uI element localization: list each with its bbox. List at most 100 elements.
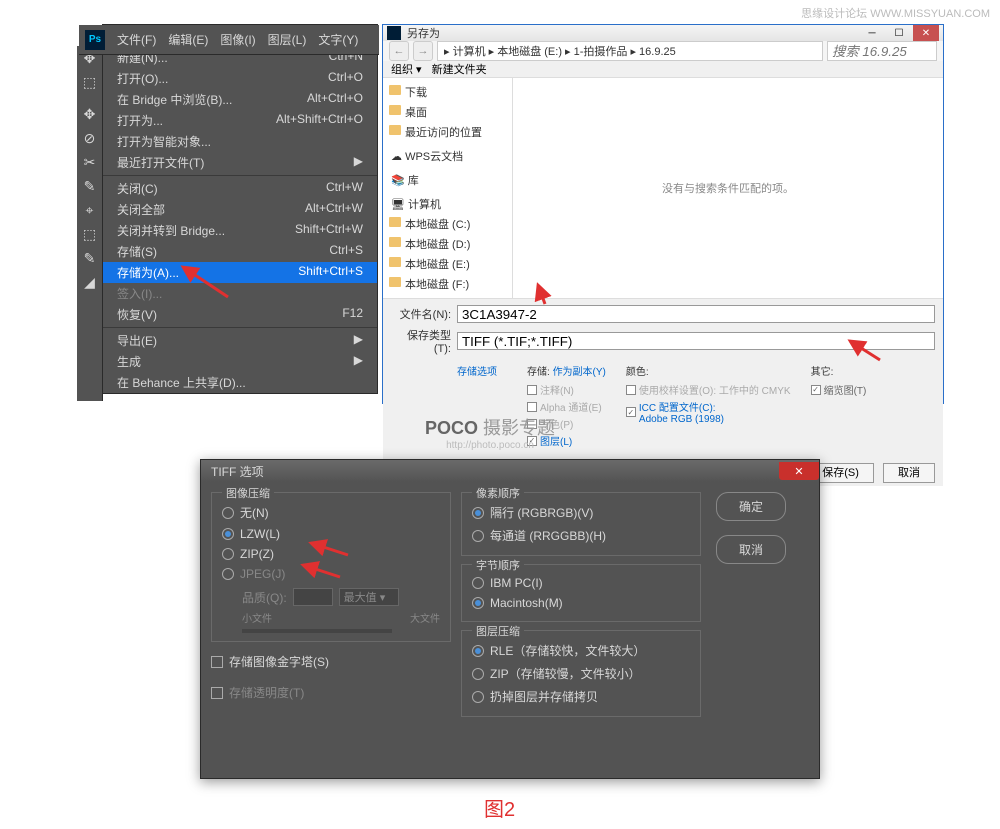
sidebar-header-wps[interactable]: ☁ WPS云文档	[387, 142, 508, 166]
chk-pyramid[interactable]: 存储图像金字塔(S)	[211, 650, 451, 673]
sidebar-item-diskd[interactable]: 本地磁盘 (D:)	[387, 234, 508, 254]
figure-label: 图2	[484, 793, 515, 822]
menuitem-close-all[interactable]: 关闭全部Alt+Ctrl+W	[103, 199, 377, 220]
menuitem-save[interactable]: 存储(S)Ctrl+S	[103, 241, 377, 262]
radio-layer-zip[interactable]: ZIP（存储较慢，文件较小）	[472, 662, 690, 685]
radio-jpeg: JPEG(J)	[222, 564, 440, 584]
menuitem-open[interactable]: 打开(O)...Ctrl+O	[103, 68, 377, 89]
sidebar-header-computer[interactable]: 🖥 计算机	[387, 190, 508, 214]
menuitem-behance[interactable]: 在 Behance 上共享(D)...	[103, 372, 377, 393]
search-input[interactable]	[827, 41, 937, 61]
nav-toolbar: ← → ▸ 计算机 ▸ 本地磁盘 (E:) ▸ 1-拍摄作品 ▸ 16.9.25	[383, 41, 943, 61]
tool-eyedropper[interactable]: ✎	[78, 174, 102, 198]
close-button[interactable]: ✕	[913, 25, 939, 41]
save-col-label: 存储: 作为副本(Y)	[527, 363, 606, 378]
chk-transparency: 存储透明度(T)	[211, 681, 451, 704]
new-folder-button[interactable]: 新建文件夹	[432, 61, 487, 77]
radio-ibm[interactable]: IBM PC(I)	[472, 573, 690, 593]
radio-zip[interactable]: ZIP(Z)	[222, 544, 440, 564]
ps-file-icon	[387, 26, 401, 40]
chk-annotations: 注释(N)	[527, 382, 606, 397]
filetype-select[interactable]	[457, 332, 935, 350]
folder-sidebar: 下载 桌面 最近访问的位置 ☁ WPS云文档 📚 库 🖥 计算机 本地磁盘 (C…	[383, 78, 513, 298]
quality-row: 品质(Q): 最大值 ▾	[222, 584, 440, 608]
chk-icc[interactable]: ✓ICC 配置文件(C):Adobe RGB (1998)	[626, 399, 791, 425]
menu-layer[interactable]: 图层(L)	[262, 28, 313, 51]
menuitem-open-smart[interactable]: 打开为智能对象...	[103, 131, 377, 152]
minimize-button[interactable]: ─	[859, 25, 885, 41]
radio-rle[interactable]: RLE（存储较快，文件较大）	[472, 639, 690, 662]
ps-menubar: Ps 文件(F) 编辑(E) 图像(I) 图层(L) 文字(Y)	[79, 25, 379, 55]
sidebar-item-diskc[interactable]: 本地磁盘 (C:)	[387, 214, 508, 234]
legend-byte-order: 字节顺序	[472, 557, 524, 573]
menu-edit[interactable]: 编辑(E)	[162, 28, 214, 51]
radio-mac[interactable]: Macintosh(M)	[472, 593, 690, 613]
save-options-link[interactable]: 存储选项	[457, 367, 497, 378]
sidebar-header-libraries[interactable]: 📚 库	[387, 166, 508, 190]
tool-marquee[interactable]: ⬚	[78, 70, 102, 94]
legend-pixel-order: 像素顺序	[472, 485, 524, 501]
sidebar-item-downloads[interactable]: 下载	[387, 82, 508, 102]
chk-alpha: Alpha 通道(E)	[527, 399, 606, 414]
menuitem-generate[interactable]: 生成▶	[103, 351, 377, 372]
quality-select: 最大值 ▾	[339, 588, 399, 606]
ok-button[interactable]: 确定	[716, 492, 786, 521]
quality-slider	[242, 629, 392, 633]
radio-interleaved[interactable]: 隔行 (RGBRGB)(V)	[472, 501, 690, 524]
menu-separator	[103, 175, 377, 176]
radio-discard[interactable]: 扔掉图层并存储拷贝	[472, 685, 690, 708]
menuitem-revert[interactable]: 恢复(V)F12	[103, 304, 377, 325]
file-list-empty: 没有与搜索条件匹配的项。	[513, 78, 943, 298]
menu-image[interactable]: 图像(I)	[214, 28, 261, 51]
legend-compression: 图像压缩	[222, 485, 274, 501]
tool-crop[interactable]: ✂	[78, 150, 102, 174]
ps-tools-column: ✥ ⬚ ✥ ⊘ ✂ ✎ ⌖ ⬚ ✎ ◢	[77, 46, 103, 401]
dialog-title: 另存为	[407, 25, 858, 41]
tool-frame[interactable]: ⬚	[78, 222, 102, 246]
tool-target[interactable]: ⌖	[78, 198, 102, 222]
menuitem-close-bridge[interactable]: 关闭并转到 Bridge...Shift+Ctrl+W	[103, 220, 377, 241]
legend-layer-comp: 图层压缩	[472, 623, 524, 639]
tool-brush[interactable]: ✎	[78, 246, 102, 270]
menuitem-save-as[interactable]: 存储为(A)...Shift+Ctrl+S	[103, 262, 377, 283]
sidebar-item-desktop[interactable]: 桌面	[387, 102, 508, 122]
sidebar-item-diskf[interactable]: 本地磁盘 (F:)	[387, 274, 508, 294]
nav-back-button[interactable]: ←	[389, 41, 409, 61]
tool-gradient[interactable]: ◢	[78, 270, 102, 294]
radio-none[interactable]: 无(N)	[222, 501, 440, 524]
tiff-close-button[interactable]: ✕	[779, 462, 819, 480]
maximize-button[interactable]: ☐	[886, 25, 912, 41]
other-col-label: 其它:	[811, 363, 867, 378]
menuitem-open-as[interactable]: 打开为...Alt+Shift+Ctrl+O	[103, 110, 377, 131]
menuitem-close[interactable]: 关闭(C)Ctrl+W	[103, 178, 377, 199]
radio-per-channel[interactable]: 每通道 (RRGGBB)(H)	[472, 524, 690, 547]
organize-button[interactable]: 组织 ▾	[391, 61, 422, 77]
quality-input	[293, 588, 333, 606]
menuitem-browse-bridge[interactable]: 在 Bridge 中浏览(B)...Alt+Ctrl+O	[103, 89, 377, 110]
menu-separator	[103, 327, 377, 328]
filename-input[interactable]	[457, 305, 935, 323]
tiff-options-dialog: TIFF 选项 ✕ 图像压缩 无(N) LZW(L) ZIP(Z) JPEG(J…	[200, 459, 820, 779]
menu-type[interactable]: 文字(Y)	[312, 28, 364, 51]
menuitem-recent[interactable]: 最近打开文件(T)▶	[103, 152, 377, 173]
cancel-button[interactable]: 取消	[716, 535, 786, 564]
save-as-dialog: 另存为 ─ ☐ ✕ ← → ▸ 计算机 ▸ 本地磁盘 (E:) ▸ 1-拍摄作品…	[382, 24, 944, 404]
nav-forward-button[interactable]: →	[413, 41, 433, 61]
folder-toolbar: 组织 ▾ 新建文件夹	[383, 61, 943, 78]
watermark-text: 思缘设计论坛 WWW.MISSYUAN.COM	[801, 5, 990, 21]
ps-logo: Ps	[85, 30, 105, 50]
menu-file[interactable]: 文件(F)	[111, 28, 162, 51]
dialog-titlebar: 另存为 ─ ☐ ✕	[383, 25, 943, 41]
chk-thumb[interactable]: ✓缩览图(T)	[811, 382, 867, 397]
tool-lasso[interactable]: ⊘	[78, 126, 102, 150]
sidebar-item-diske[interactable]: 本地磁盘 (E:)	[387, 254, 508, 274]
cancel-button[interactable]: 取消	[883, 463, 935, 483]
menuitem-checkin: 签入(I)...	[103, 283, 377, 304]
breadcrumb-path[interactable]: ▸ 计算机 ▸ 本地磁盘 (E:) ▸ 1-拍摄作品 ▸ 16.9.25	[437, 41, 823, 61]
filetype-label: 保存类型(T):	[391, 327, 451, 355]
tool-move2[interactable]: ✥	[78, 102, 102, 126]
sidebar-item-recent[interactable]: 最近访问的位置	[387, 122, 508, 142]
menuitem-export[interactable]: 导出(E)▶	[103, 330, 377, 351]
radio-lzw[interactable]: LZW(L)	[222, 524, 440, 544]
ps-file-dropdown: 新建(N)...Ctrl+N 打开(O)...Ctrl+O 在 Bridge 中…	[103, 47, 377, 393]
